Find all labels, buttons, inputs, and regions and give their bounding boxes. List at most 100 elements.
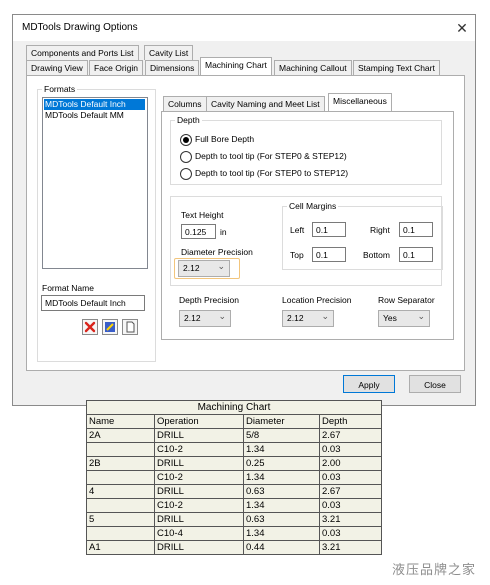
table-cell: 3.21 bbox=[319, 512, 382, 527]
apply-button[interactable]: Apply bbox=[343, 375, 395, 393]
table-header-row: Name Operation Diameter Depth bbox=[86, 414, 382, 429]
table-cell bbox=[86, 526, 155, 541]
tab-cavity-list[interactable]: Cavity List bbox=[144, 45, 194, 60]
depth-tool-tip-and-radio[interactable] bbox=[180, 151, 192, 163]
format-item-selected[interactable]: MDTools Default Inch bbox=[44, 99, 145, 110]
table-cell: 5 bbox=[86, 512, 155, 527]
bottom-margin-label: Bottom bbox=[363, 250, 390, 260]
row-separator-value: Yes bbox=[383, 313, 397, 323]
depth-label: Depth bbox=[177, 115, 200, 125]
location-precision-value: 2.12 bbox=[287, 313, 304, 323]
table-cell: DRILL bbox=[154, 512, 244, 527]
table-cell: 4 bbox=[86, 484, 155, 499]
table-row: 2B DRILL 0.25 2.00 bbox=[86, 456, 382, 471]
left-margin-label: Left bbox=[290, 225, 305, 235]
table-row: C10-2 1.34 0.03 bbox=[86, 498, 382, 513]
table-cell: DRILL bbox=[154, 456, 244, 471]
table-cell: 0.03 bbox=[319, 498, 382, 513]
machining-chart-table: Machining Chart Name Operation Diameter … bbox=[86, 400, 382, 555]
diameter-precision-value: 2.12 bbox=[183, 263, 200, 273]
text-height-unit: in bbox=[220, 227, 227, 237]
diameter-precision-select[interactable]: 2.12 ⌄ bbox=[178, 260, 230, 277]
tab-drawing-view[interactable]: Drawing View bbox=[26, 60, 88, 75]
table-cell: 1.34 bbox=[243, 498, 320, 513]
left-margin-field[interactable]: 0.1 bbox=[312, 222, 346, 237]
table-cell: 0.44 bbox=[243, 540, 320, 555]
table-cell: 2.00 bbox=[319, 456, 382, 471]
table-cell: 0.63 bbox=[243, 484, 320, 499]
table-cell: 0.03 bbox=[319, 470, 382, 485]
right-margin-label: Right bbox=[370, 225, 390, 235]
subtab-miscellaneous[interactable]: Miscellaneous bbox=[328, 93, 392, 111]
row-separator-label: Row Separator bbox=[378, 295, 435, 305]
chevron-down-icon: ⌄ bbox=[217, 261, 225, 271]
bottom-margin-field[interactable]: 0.1 bbox=[399, 247, 433, 262]
depth-tool-tip-to-label: Depth to tool tip (For STEP0 to STEP12) bbox=[195, 168, 349, 178]
tab-machining-chart[interactable]: Machining Chart bbox=[200, 57, 272, 75]
table-cell: 5/8 bbox=[243, 428, 320, 443]
location-precision-label: Location Precision bbox=[282, 295, 352, 305]
location-precision-select[interactable]: 2.12 ⌄ bbox=[282, 310, 334, 327]
table-cell: 2.67 bbox=[319, 484, 382, 499]
radio-selected-dot bbox=[183, 137, 189, 143]
table-cell: 1.34 bbox=[243, 442, 320, 457]
machining-chart-title: Machining Chart bbox=[86, 400, 382, 415]
drawing-options-dialog: MDTools Drawing Options ✕ Components and… bbox=[12, 14, 476, 406]
delete-format-icon[interactable] bbox=[82, 319, 98, 335]
table-row: 4 DRILL 0.63 2.67 bbox=[86, 484, 382, 499]
table-cell bbox=[86, 442, 155, 457]
table-row: 5 DRILL 0.63 3.21 bbox=[86, 512, 382, 527]
watermark: 液压品牌之家 bbox=[392, 562, 477, 577]
table-cell: C10-2 bbox=[154, 498, 244, 513]
tab-stamping-text-chart[interactable]: Stamping Text Chart bbox=[353, 60, 440, 75]
subtab-columns[interactable]: Columns bbox=[163, 96, 207, 111]
depth-tool-tip-to-radio[interactable] bbox=[180, 168, 192, 180]
table-cell: C10-2 bbox=[154, 470, 244, 485]
table-cell: C10-2 bbox=[154, 442, 244, 457]
table-row: 2A DRILL 5/8 2.67 bbox=[86, 428, 382, 443]
table-cell: DRILL bbox=[154, 484, 244, 499]
table-cell: 2B bbox=[86, 456, 155, 471]
tab-dimensions[interactable]: Dimensions bbox=[145, 60, 200, 75]
format-name-field[interactable]: MDTools Default Inch bbox=[41, 295, 145, 311]
text-height-field[interactable]: 0.125 bbox=[181, 224, 216, 239]
format-item[interactable]: MDTools Default MM bbox=[44, 110, 145, 121]
table-cell: 1.34 bbox=[243, 470, 320, 485]
tab-machining-callout[interactable]: Machining Callout bbox=[274, 60, 352, 75]
chevron-down-icon: ⌄ bbox=[321, 311, 329, 321]
full-bore-depth-radio[interactable] bbox=[180, 134, 192, 146]
chevron-down-icon: ⌄ bbox=[218, 311, 226, 321]
depth-precision-select[interactable]: 2.12 ⌄ bbox=[179, 310, 231, 327]
table-cell: 0.03 bbox=[319, 526, 382, 541]
table-cell: 0.25 bbox=[243, 456, 320, 471]
table-cell: C10-4 bbox=[154, 526, 244, 541]
machining-chart-panel: Formats MDTools Default Inch MDTools Def… bbox=[26, 75, 465, 371]
formats-list[interactable]: MDTools Default Inch MDTools Default MM bbox=[42, 97, 148, 269]
top-margin-field[interactable]: 0.1 bbox=[312, 247, 346, 262]
new-format-icon[interactable] bbox=[122, 319, 138, 335]
formats-label: Formats bbox=[44, 84, 76, 94]
row-separator-select[interactable]: Yes ⌄ bbox=[378, 310, 430, 327]
right-margin-field[interactable]: 0.1 bbox=[399, 222, 433, 237]
tab-face-origin[interactable]: Face Origin bbox=[89, 60, 143, 75]
cell-margins-label: Cell Margins bbox=[289, 201, 337, 211]
close-icon[interactable]: ✕ bbox=[452, 18, 472, 38]
text-height-label: Text Height bbox=[181, 210, 224, 220]
window-title: MDTools Drawing Options bbox=[22, 22, 138, 33]
table-row: C10-2 1.34 0.03 bbox=[86, 470, 382, 485]
subtab-cavity-naming[interactable]: Cavity Naming and Meet List bbox=[206, 96, 325, 111]
table-cell: 2.67 bbox=[319, 428, 382, 443]
column-header: Diameter bbox=[243, 414, 320, 429]
table-cell: 3.21 bbox=[319, 540, 382, 555]
depth-tool-tip-and-label: Depth to tool tip (For STEP0 & STEP12) bbox=[195, 151, 347, 161]
close-button[interactable]: Close bbox=[409, 375, 461, 393]
full-bore-depth-label: Full Bore Depth bbox=[195, 134, 255, 144]
chevron-down-icon: ⌄ bbox=[417, 311, 425, 321]
format-name-label: Format Name bbox=[42, 283, 94, 293]
table-cell: DRILL bbox=[154, 428, 244, 443]
tab-components-and-ports-list[interactable]: Components and Ports List bbox=[26, 45, 139, 60]
edit-format-icon[interactable] bbox=[102, 319, 118, 335]
table-cell: 1.34 bbox=[243, 526, 320, 541]
column-header: Depth bbox=[319, 414, 382, 429]
table-row: C10-2 1.34 0.03 bbox=[86, 442, 382, 457]
